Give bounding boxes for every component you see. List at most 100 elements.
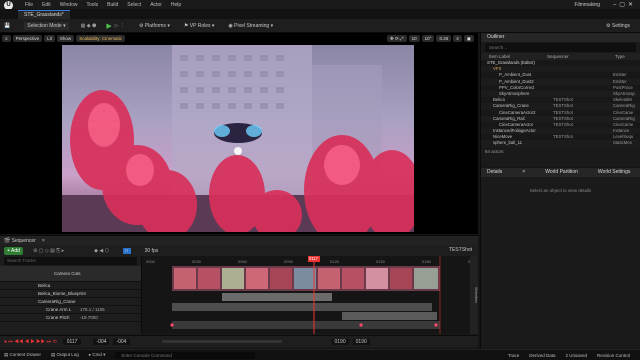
perspective-button[interactable]: Perspective — [12, 35, 43, 42]
col-item-label[interactable]: Item Label — [489, 54, 547, 59]
menu-tools[interactable]: Tools — [86, 2, 98, 8]
derived-data-button[interactable]: Derived Data — [529, 353, 555, 358]
outliner-search-input[interactable]: Search... — [485, 43, 636, 52]
track-value[interactable]: 175.1 / 1105 — [80, 306, 105, 314]
details-tab[interactable]: Details — [487, 168, 502, 177]
cmd-button[interactable]: ▸ Cmd ▾ — [89, 352, 106, 358]
tab-bar — [0, 9, 640, 19]
trace-button[interactable]: Trace — [508, 353, 519, 358]
viewport-layout-icon[interactable]: ▣ — [463, 35, 474, 42]
crane-section[interactable] — [342, 312, 437, 320]
scale-snap[interactable]: 0.25 — [436, 35, 452, 42]
playhead-frame: 0117 — [309, 256, 319, 261]
menu-help[interactable]: Help — [171, 2, 181, 8]
transport-bar: ● ⏮ ◀◀ ◀ ▶ ▶▶ ⏭ ⟲ 0117 -004 -004 0190 01… — [0, 335, 478, 347]
sequence-name[interactable]: TESTShot — [449, 247, 472, 253]
belica-section[interactable] — [222, 293, 332, 301]
biome-section[interactable] — [172, 303, 432, 311]
track-list: Search Tracks Camera Cuts Belica Belica_B… — [0, 256, 142, 334]
menu-build[interactable]: Build — [107, 2, 118, 8]
sequencer-track-row[interactable]: Belica — [0, 282, 141, 290]
content-drawer-label: Content Drawer — [9, 352, 42, 357]
tick-label: 0090 — [284, 259, 294, 264]
outliner-list: STE_Grasslands (Editor) VFX P_Ambient_Dust… — [481, 60, 640, 147]
menu-file[interactable]: File — [25, 2, 33, 8]
tab-level[interactable]: STE_Grasslands* — [18, 10, 70, 19]
camera-cuts-track[interactable]: Camera Cuts — [0, 266, 141, 282]
settings-button[interactable]: ⚙ Settings — [606, 23, 630, 29]
transform-icons[interactable]: ✥ ⟳ ⤢ — [386, 35, 407, 42]
window-controls[interactable]: –▢✕ — [613, 1, 636, 8]
save-icon[interactable]: 💾 — [4, 23, 10, 29]
fps-dropdown[interactable]: 30 fps — [145, 248, 159, 254]
sequencer-track-row[interactable]: Crane Arm L 175.1 / 1105 — [0, 306, 141, 314]
menu-window[interactable]: Window — [60, 2, 78, 8]
camera-cuts-label: Camera Cuts — [54, 271, 81, 276]
pixel-streaming-button[interactable]: ◉ Pixel Streaming ▾ — [228, 23, 273, 29]
range-end-field[interactable]: 0190 — [331, 338, 349, 345]
sequencer-track-row[interactable]: CameraRig_Crane — [0, 298, 141, 306]
platforms-button[interactable]: ⚙ Platforms ▾ — [139, 23, 170, 29]
output-log-label: Output Log — [56, 352, 79, 357]
sequencer-track-row[interactable]: Crane Pitch -18.7000 — [0, 314, 141, 322]
sequencer-sidebar[interactable]: Selection — [470, 256, 478, 334]
selection-mode-dropdown[interactable]: Selection Mode ▾ — [24, 21, 69, 30]
col-type[interactable]: Type — [615, 54, 625, 59]
record-icon[interactable]: ● ⏮ ◀◀ ◀ ▶ ▶▶ ⏭ ⟲ — [4, 339, 57, 345]
tick-label: 0120 — [330, 259, 340, 264]
output-log-button[interactable]: ▤ Output Log — [51, 352, 79, 358]
camera-speed[interactable]: 4 — [453, 35, 462, 42]
play-options-icon[interactable]: ▷ ⋮ — [115, 23, 125, 29]
world-settings-tab[interactable]: World Settings — [598, 168, 630, 177]
details-close-icon[interactable]: × — [522, 168, 525, 177]
menu-select[interactable]: Select — [127, 2, 141, 8]
timeline-area[interactable]: 00000030006000900120015001800210 0117 — [142, 256, 478, 334]
timeline-scrollbar[interactable] — [161, 340, 282, 343]
menu-actor[interactable]: Actor — [150, 2, 162, 8]
world-partition-tab[interactable]: World Partition — [545, 168, 578, 177]
tick-label: 0180 — [422, 259, 432, 264]
viewport-toolbar: ≡ Perspective Lit Show Scalability: Cine… — [2, 34, 476, 43]
current-frame[interactable]: 0117 — [62, 338, 82, 345]
sequencer-close-icon[interactable]: × — [42, 238, 45, 244]
outliner-panel: Outliner Search... Item Label Sequencer … — [480, 33, 640, 167]
col-sequencer[interactable]: Sequencer — [547, 54, 615, 59]
play-icon[interactable]: ▶ — [106, 22, 111, 30]
sequencer-tab[interactable]: 🎬 Sequencer — [4, 238, 36, 244]
sequencer-tool-icons[interactable]: ⚙ ▢ ◇ ▤ ⎘ ▸ — [33, 248, 64, 254]
angle-snap[interactable]: 10° — [421, 35, 435, 42]
outliner-title: Outliner — [481, 33, 640, 42]
scalability-warning[interactable]: Scalability: Cinematic — [76, 35, 125, 42]
outliner-item-type: StaticMes — [613, 140, 632, 146]
range-end-field-2[interactable]: 0190 — [352, 338, 370, 345]
vp-roles-button[interactable]: ⚑ VP Roles ▾ — [184, 23, 215, 29]
tick-label: 0000 — [146, 259, 156, 264]
content-drawer-button[interactable]: ▤ Content Drawer — [4, 352, 41, 358]
details-empty-text: Select an object to view details — [529, 188, 592, 193]
show-button[interactable]: Show — [56, 35, 75, 42]
tick-label: 0030 — [192, 259, 202, 264]
lit-button[interactable]: Lit — [44, 35, 55, 42]
revision-control-button[interactable]: Revision Control — [597, 353, 630, 358]
menu-edit[interactable]: Edit — [42, 2, 51, 8]
track-label: Belica — [38, 283, 51, 288]
console-command-input[interactable]: Enter Console Command — [115, 351, 256, 359]
toolbar-icons[interactable]: ▦ ◆ ⬢ — [81, 23, 97, 29]
unsaved-button[interactable]: 2 Unsaved — [565, 353, 587, 358]
search-tracks-input[interactable]: Search Tracks — [4, 257, 137, 265]
key-tool-icons[interactable]: ◆ ◀ ⬡ — [94, 248, 109, 254]
range-start-field-2[interactable]: -004 — [113, 338, 130, 345]
track-label: CameraRig_Crane — [38, 299, 76, 304]
scene-illustration — [62, 45, 414, 232]
range-start-field[interactable]: -004 — [93, 338, 110, 345]
platforms-label: Platforms — [144, 22, 166, 29]
track-value[interactable]: -18.7000 — [80, 314, 98, 322]
sequencer-track-row[interactable]: Belica_Biome_Blueprint — [0, 290, 141, 298]
snap-toggle-icon[interactable]: ∩ — [123, 247, 131, 254]
grid-snap[interactable]: 10 — [408, 35, 420, 42]
viewport-menu-icon[interactable]: ≡ — [2, 35, 11, 42]
project-title: Filmmaking — [574, 2, 600, 8]
outliner-row[interactable]: sphere_ball_11 StaticMes — [481, 140, 640, 147]
sequencer-panel: 🎬 Sequencer × + Add ⚙ ▢ ◇ ▤ ⎘ ▸ ◆ ◀ ⬡ ∩ … — [0, 235, 478, 348]
add-track-button[interactable]: + Add — [4, 246, 23, 255]
